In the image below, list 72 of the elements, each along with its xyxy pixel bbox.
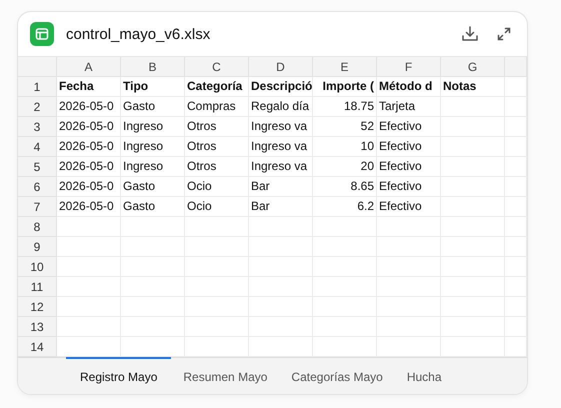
- table-cell: 2026-05-0: [57, 177, 121, 197]
- table-cell: Gasto: [121, 97, 185, 117]
- table-cell: 2026-05-0: [57, 137, 121, 157]
- table-cell: Efectivo: [377, 177, 441, 197]
- row-header[interactable]: 2: [18, 97, 57, 117]
- table-cell: 10: [313, 137, 377, 157]
- table-cell: Ingreso: [121, 117, 185, 137]
- table-cell: 18.75: [313, 97, 377, 117]
- row-header[interactable]: 5: [18, 157, 57, 177]
- row-header[interactable]: 13: [18, 317, 57, 337]
- table-cell: Método d: [377, 77, 441, 97]
- expand-icon[interactable]: [497, 27, 511, 41]
- table-cell: 20: [313, 157, 377, 177]
- row-header[interactable]: 8: [18, 217, 57, 237]
- table-cell: Regalo día: [249, 97, 313, 117]
- row-header[interactable]: 9: [18, 237, 57, 257]
- table-cell: 2026-05-0: [57, 157, 121, 177]
- table-cell: Compras: [185, 97, 249, 117]
- table-cell: Bar: [249, 177, 313, 197]
- download-icon[interactable]: [461, 25, 479, 43]
- file-name: control_mayo_v6.xlsx: [66, 26, 210, 42]
- table-cell: Efectivo: [377, 197, 441, 217]
- sheet-tab[interactable]: Categorías Mayo: [279, 357, 395, 394]
- table-cell: 52: [313, 117, 377, 137]
- row-header[interactable]: 6: [18, 177, 57, 197]
- column-header[interactable]: G: [441, 57, 505, 77]
- column-header[interactable]: C: [185, 57, 249, 77]
- table-cell: Tipo: [121, 77, 185, 97]
- table-cell: Efectivo: [377, 117, 441, 137]
- table-cell: Ocio: [185, 177, 249, 197]
- row-header[interactable]: 11: [18, 277, 57, 297]
- table-cell: Importe (: [313, 77, 377, 97]
- column-header[interactable]: B: [121, 57, 185, 77]
- table-cell: Descripció: [249, 77, 313, 97]
- table-cell: Ingreso: [121, 137, 185, 157]
- table-cell: Ocio: [185, 197, 249, 217]
- table-cell: Otros: [185, 157, 249, 177]
- column-header[interactable]: E: [313, 57, 377, 77]
- table-cell: 6.2: [313, 197, 377, 217]
- table-cell: Otros: [185, 137, 249, 157]
- table-cell: Ingreso: [121, 157, 185, 177]
- table-cell: Categoría: [185, 77, 249, 97]
- table-cell: Efectivo: [377, 137, 441, 157]
- table-cell: Gasto: [121, 197, 185, 217]
- sheet-tab[interactable]: Hucha: [394, 357, 454, 394]
- row-header[interactable]: 3: [18, 117, 57, 137]
- row-header[interactable]: 14: [18, 337, 57, 357]
- table-cell: Gasto: [121, 177, 185, 197]
- table-cell: Notas: [441, 77, 505, 97]
- row-header[interactable]: 10: [18, 257, 57, 277]
- table-cell: Efectivo: [377, 157, 441, 177]
- table-cell: 2026-05-0: [57, 97, 121, 117]
- table-cell: Bar: [249, 197, 313, 217]
- sheet-tab[interactable]: Registro Mayo: [66, 357, 172, 394]
- table-cell: Fecha: [57, 77, 121, 97]
- row-header[interactable]: 1: [18, 77, 57, 97]
- column-header[interactable]: A: [57, 57, 121, 77]
- table-cell: 8.65: [313, 177, 377, 197]
- table-cell: Ingreso va: [249, 137, 313, 157]
- row-header[interactable]: 7: [18, 197, 57, 217]
- table-cell: Ingreso va: [249, 157, 313, 177]
- table-cell: Tarjeta: [377, 97, 441, 117]
- table-cell: Ingreso va: [249, 117, 313, 137]
- row-header[interactable]: 12: [18, 297, 57, 317]
- table-cell: 2026-05-0: [57, 197, 121, 217]
- spreadsheet-icon: [30, 22, 54, 46]
- sheet-tab[interactable]: Resumen Mayo: [171, 357, 280, 394]
- column-header[interactable]: D: [249, 57, 313, 77]
- table-cell: 2026-05-0: [57, 117, 121, 137]
- column-header[interactable]: F: [377, 57, 441, 77]
- row-header[interactable]: 4: [18, 137, 57, 157]
- table-cell: Otros: [185, 117, 249, 137]
